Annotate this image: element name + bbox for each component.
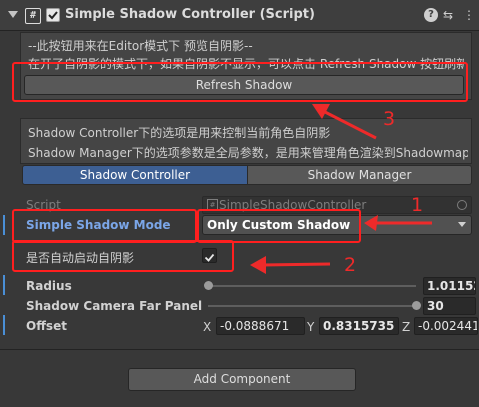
annotation-arrow-2: [261, 262, 331, 267]
annotation-arrowhead-2: [250, 256, 266, 274]
annotation-arrow-3: [324, 110, 377, 140]
annotation-arrowhead-1: [364, 215, 378, 231]
annotation-number-1: 1: [411, 194, 424, 216]
annotation-arrows: [250, 104, 432, 274]
annotation-number-3: 3: [383, 108, 396, 130]
annotation-number-2: 2: [344, 254, 357, 276]
